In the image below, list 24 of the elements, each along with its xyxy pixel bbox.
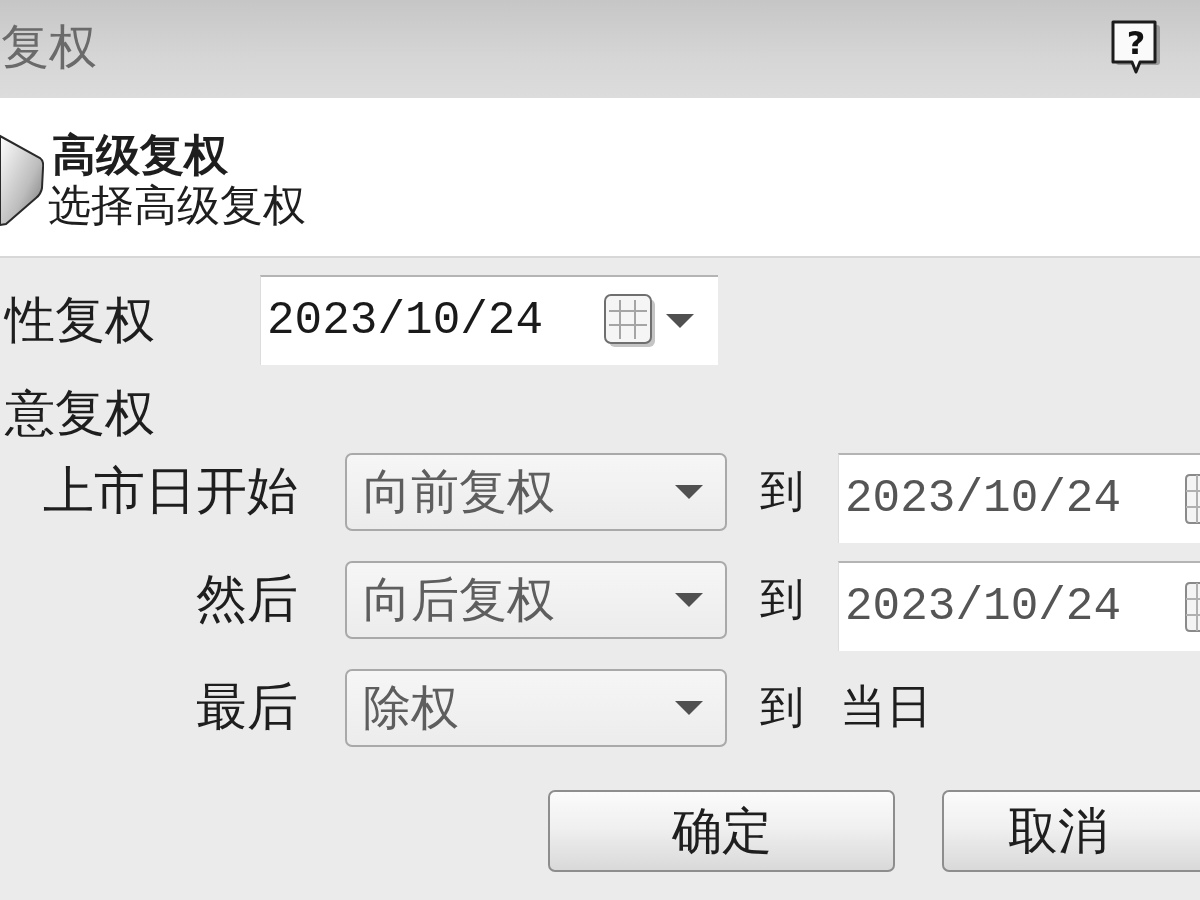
step-label: 然后 (196, 571, 299, 628)
caret-icon (666, 314, 694, 328)
header-title: 高级复权 (52, 132, 229, 179)
calendar-icon (604, 294, 656, 348)
speech-bubble-icon (1110, 19, 1162, 75)
dialog-button[interactable]: 确定 (548, 790, 895, 872)
to-label: 到 (760, 683, 804, 732)
caret-icon (675, 485, 703, 499)
header-subtitle: 选择高级复权 (48, 182, 306, 228)
calendar-icon (1185, 474, 1200, 524)
step-label: 上市日开始 (43, 463, 299, 520)
option-label: 性复权 (3, 292, 156, 348)
calendar-icon (1185, 582, 1200, 632)
to-label: 到 (760, 575, 804, 624)
end-day-text: 当日 (839, 681, 932, 732)
window-title: 复权 (1, 22, 97, 70)
option-label: 意复权 (4, 385, 156, 441)
step-label: 最后 (196, 679, 299, 736)
help-button[interactable]: ? (1110, 19, 1162, 75)
to-label: 到 (760, 467, 804, 516)
caret-icon (675, 593, 703, 607)
date-field[interactable]: 2023/10/24 (260, 275, 718, 365)
caret-icon (675, 701, 703, 715)
dialog-button[interactable]: 取消 (942, 790, 1200, 872)
